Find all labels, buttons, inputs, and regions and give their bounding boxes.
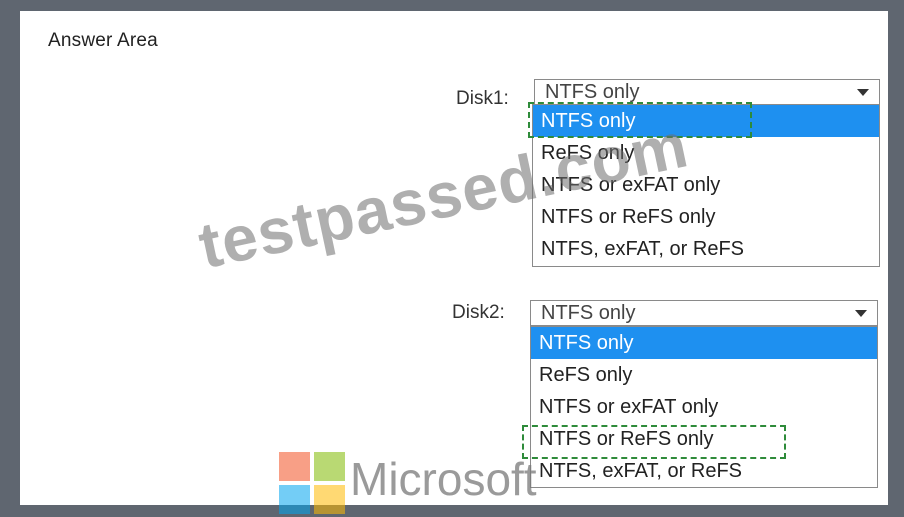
logo-square-yellow: [314, 485, 345, 514]
disk1-option-ntfs-or-refs-only[interactable]: NTFS or ReFS only: [533, 201, 879, 233]
disk1-label: Disk1:: [456, 88, 509, 109]
logo-square-red: [279, 452, 310, 481]
disk2-label: Disk2:: [452, 302, 505, 323]
disk2-selected-value: NTFS only: [541, 302, 636, 324]
disk2-option-ntfs-or-refs-only[interactable]: NTFS or ReFS only: [531, 423, 877, 455]
logo-square-blue: [279, 485, 310, 514]
disk2-dropdown[interactable]: NTFS only: [530, 300, 878, 326]
disk2-options-list[interactable]: NTFS only ReFS only NTFS or exFAT only N…: [530, 326, 878, 488]
microsoft-logo-icon: [279, 452, 345, 514]
disk1-dropdown[interactable]: NTFS only: [534, 79, 880, 105]
microsoft-logo-text: Microsoft: [350, 453, 537, 505]
chevron-down-icon[interactable]: [857, 89, 869, 96]
answer-area-panel: Answer Area Disk1: NTFS only NTFS only R…: [20, 11, 888, 505]
answer-area-title: Answer Area: [48, 30, 158, 51]
disk2-option-ntfs-only[interactable]: NTFS only: [531, 327, 877, 359]
disk1-option-ntfs-exfat-or-refs[interactable]: NTFS, exFAT, or ReFS: [533, 233, 879, 265]
logo-square-green: [314, 452, 345, 481]
disk1-selected-value: NTFS only: [545, 81, 640, 103]
disk2-option-ntfs-exfat-or-refs[interactable]: NTFS, exFAT, or ReFS: [531, 455, 877, 487]
disk2-option-ntfs-or-exfat-only[interactable]: NTFS or exFAT only: [531, 391, 877, 423]
chevron-down-icon[interactable]: [855, 310, 867, 317]
disk2-option-refs-only[interactable]: ReFS only: [531, 359, 877, 391]
